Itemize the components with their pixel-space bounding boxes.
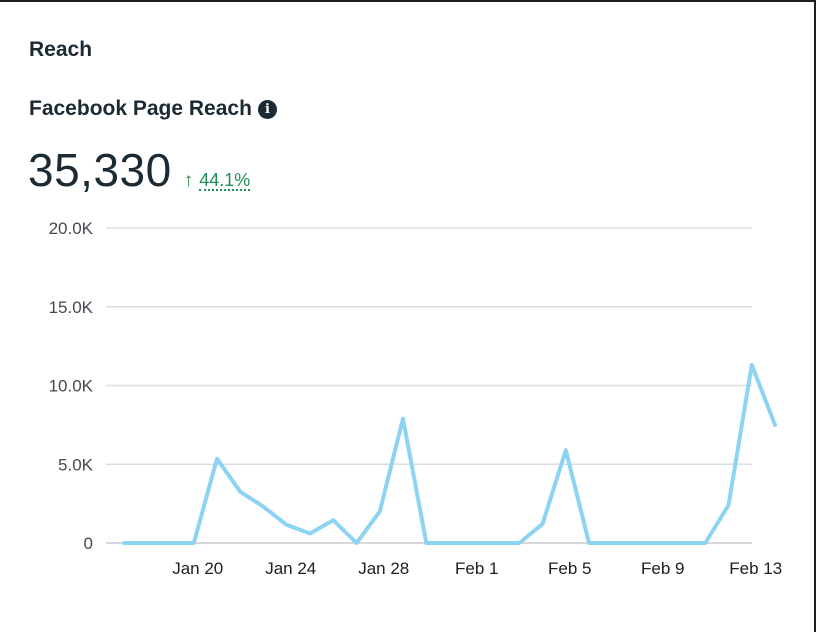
x-tick-label: Jan 28	[358, 559, 409, 578]
reach-series-line	[122, 363, 777, 545]
x-tick-label: Jan 24	[265, 559, 316, 578]
x-tick-label: Jan 20	[172, 559, 223, 578]
x-tick-label: Feb 5	[548, 559, 591, 578]
x-tick-label: Feb 9	[641, 559, 684, 578]
y-tick-label: 20.0K	[49, 219, 94, 238]
y-tick-label: 10.0K	[49, 377, 94, 396]
y-tick-label: 0	[84, 534, 93, 553]
y-tick-label: 5.0K	[58, 455, 94, 474]
x-tick-label: Feb 1	[455, 559, 498, 578]
x-tick-label: Feb 13	[729, 559, 782, 578]
y-tick-label: 15.0K	[49, 298, 94, 317]
reach-line-chart: 0 5.0K 10.0K 15.0K 20.0K Jan 20 Jan 24 Jan 28 Fe…	[49, 219, 783, 578]
